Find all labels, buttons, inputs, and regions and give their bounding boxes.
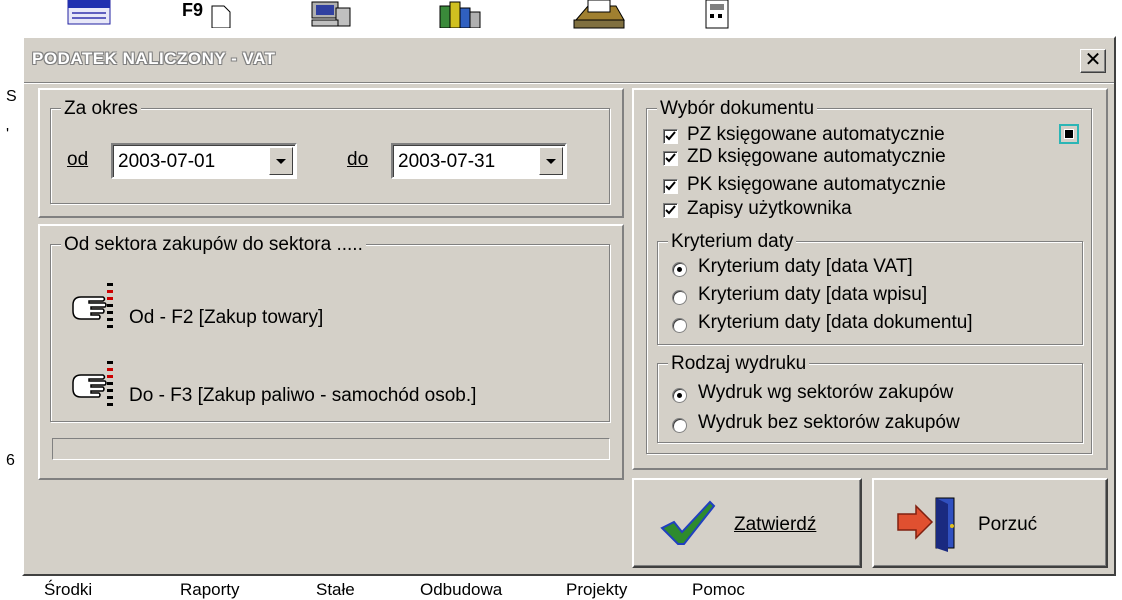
books-icon[interactable]	[436, 0, 486, 30]
confirm-label: Zatwierdź	[734, 514, 817, 535]
menu-item[interactable]: Środki	[44, 580, 92, 600]
chevron-down-icon[interactable]	[269, 147, 293, 175]
print-by-sectors-radio[interactable]	[672, 388, 687, 403]
calculator-icon[interactable]	[696, 0, 736, 30]
date-document-radio[interactable]	[672, 318, 687, 333]
date-document-label: Kryterium daty [data dokumentu]	[698, 312, 973, 333]
from-date-combo[interactable]: 2003-07-01	[111, 143, 297, 179]
pz-checkbox[interactable]	[663, 129, 678, 144]
cancel-button[interactable]: Porzuć	[872, 478, 1108, 568]
background-menu-bar: Środki Raporty Stałe Odbudowa Projekty P…	[0, 576, 1122, 599]
dialog-title: PODATEK NALICZONY - VAT	[32, 49, 276, 68]
sectors-group: Od sektora zakupów do sektora ..... Od -…	[50, 234, 610, 422]
period-group: Za okres od 2003-07-01 do 2003-07-31	[50, 98, 610, 204]
date-vat-radio[interactable]	[672, 262, 687, 277]
to-date-combo[interactable]: 2003-07-31	[391, 143, 567, 179]
date-vat-label: Kryterium daty [data VAT]	[698, 256, 913, 277]
close-icon: ✕	[1084, 49, 1102, 71]
to-label: do	[347, 149, 369, 170]
menu-item[interactable]: Projekty	[566, 580, 627, 600]
to-date-value: 2003-07-31	[398, 151, 496, 172]
print-without-sectors-radio[interactable]	[672, 418, 687, 433]
documents-legend: Wybór dokumentu	[657, 98, 818, 120]
sector-to-text: Do - F3 [Zakup paliwo - samochód osob.]	[129, 385, 477, 406]
menu-item[interactable]: Odbudowa	[420, 580, 502, 600]
menu-item[interactable]: Pomoc	[692, 580, 745, 600]
background-toolbar: F9	[0, 0, 1122, 36]
background-left-strip: S ' 6	[0, 36, 22, 576]
pk-checkbox[interactable]	[663, 179, 678, 194]
exit-door-icon	[896, 496, 962, 557]
bg-char: S	[6, 88, 17, 105]
date-entry-label: Kryterium daty [data wpisu]	[698, 284, 928, 305]
user-entries-label: Zapisy użytkownika	[687, 198, 852, 219]
period-panel: Za okres od 2003-07-01 do 2003-07-31	[38, 88, 624, 218]
bg-char: 6	[6, 452, 15, 469]
print-type-legend: Rodzaj wydruku	[668, 353, 810, 375]
zd-label: ZD księgowane automatycznie	[687, 146, 946, 167]
stop-square-icon[interactable]	[1059, 124, 1079, 144]
sectors-panel: Od sektora zakupów do sektora ..... Od -…	[38, 224, 624, 480]
print-type-group: Rodzaj wydruku Wydruk wg sektorów zakupó…	[657, 353, 1083, 443]
close-button[interactable]: ✕	[1080, 49, 1106, 73]
sector-from-text: Od - F2 [Zakup towary]	[129, 307, 324, 328]
user-entries-checkbox[interactable]	[663, 203, 678, 218]
period-legend: Za okres	[61, 98, 141, 120]
pointing-hand-icon[interactable]	[71, 283, 119, 339]
from-label: od	[67, 149, 89, 170]
calendar-icon[interactable]	[66, 0, 112, 30]
menu-item[interactable]: Stałe	[316, 580, 355, 600]
title-separator	[24, 82, 1114, 84]
svg-text:F9: F9	[182, 0, 203, 20]
f9-key-icon[interactable]: F9	[180, 0, 240, 30]
pk-label: PK księgowane automatycznie	[687, 174, 946, 195]
date-criteria-legend: Kryterium daty	[668, 231, 797, 253]
chevron-down-icon[interactable]	[539, 147, 563, 175]
checkmark-icon	[660, 500, 716, 551]
printer-icon[interactable]	[568, 0, 628, 30]
vat-dialog: PODATEK NALICZONY - VAT ✕ Za okres od 20…	[22, 36, 1116, 576]
zd-checkbox[interactable]	[663, 151, 678, 166]
print-by-sectors-label: Wydruk wg sektorów zakupów	[698, 382, 954, 403]
documents-panel: Wybór dokumentu PZ księgowane automatycz…	[632, 88, 1108, 470]
sectors-legend: Od sektora zakupów do sektora .....	[61, 234, 366, 256]
menu-item[interactable]: Raporty	[180, 580, 240, 600]
documents-group: Wybór dokumentu PZ księgowane automatycz…	[646, 98, 1092, 454]
date-criteria-group: Kryterium daty Kryterium daty [data VAT]…	[657, 231, 1083, 345]
bg-char: '	[6, 126, 10, 143]
progress-bar	[52, 438, 610, 460]
pointing-hand-icon[interactable]	[71, 361, 119, 417]
confirm-button[interactable]: Zatwierdź	[632, 478, 862, 568]
date-entry-radio[interactable]	[672, 290, 687, 305]
cancel-label: Porzuć	[978, 514, 1038, 535]
pz-label: PZ księgowane automatycznie	[687, 124, 945, 145]
computer-icon[interactable]	[308, 0, 354, 30]
print-without-sectors-label: Wydruk bez sektorów zakupów	[698, 412, 960, 433]
from-date-value: 2003-07-01	[118, 151, 216, 172]
title-bar[interactable]: PODATEK NALICZONY - VAT ✕	[26, 40, 1112, 78]
